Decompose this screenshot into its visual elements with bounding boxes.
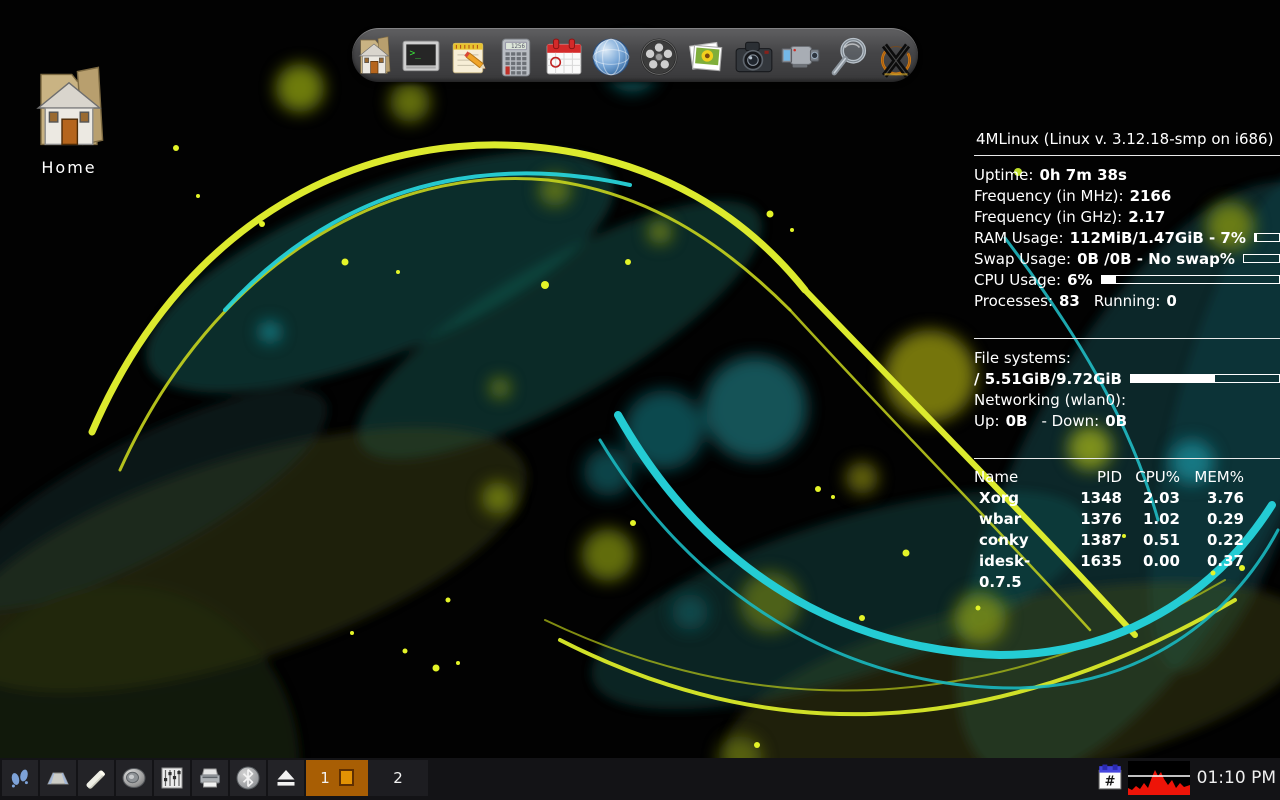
conky-divider (974, 155, 1280, 156)
desktop-screen: Home >_ (0, 0, 1280, 800)
process-name: idesk-0.7.5 (974, 551, 1068, 593)
conky-cpu: CPU Usage: 6% (962, 269, 1280, 290)
dock-item-camera[interactable] (732, 32, 776, 78)
printer-icon (197, 765, 223, 791)
process-mem: 0.37 (1180, 551, 1244, 593)
dock: >_ (352, 28, 918, 82)
process-mem: 3.76 (1180, 488, 1244, 509)
dock-item-movie-player[interactable] (637, 32, 681, 78)
home-folder-icon (354, 34, 394, 78)
workspace-2[interactable]: 2 (368, 760, 428, 796)
conky-swap: Swap Usage: 0B /0B - No swap% (962, 248, 1280, 269)
taskbar-item-touchpad[interactable] (40, 760, 76, 796)
dock-item-terminal[interactable]: >_ (400, 32, 444, 78)
desktop-icon-home[interactable]: Home (24, 62, 114, 177)
conky-divider (974, 458, 1280, 459)
conky-monitor: 4MLinux (Linux v. 3.12.18-smp on i686) U… (962, 129, 1280, 593)
conky-freq-ghz: Frequency (in GHz): 2.17 (962, 206, 1280, 227)
dock-item-xorg-games[interactable] (875, 32, 919, 78)
workspace-1-label: 1 (320, 769, 330, 787)
calendar-icon (543, 36, 585, 78)
calculator-icon: 1256 (495, 36, 537, 78)
chalk-icon (83, 765, 109, 791)
system-tray: # 01:10 PM (1097, 761, 1280, 795)
process-table: Name PID CPU% MEM% Xorg 1348 2.03 3.76 w… (974, 467, 1244, 593)
conky-divider (974, 338, 1280, 339)
conky-filesystems-label: File systems: (962, 347, 1280, 368)
conky-processes: Processes: 83 Running: 0 (962, 290, 1280, 311)
taskbar: 1 2 # 01:10 PM (0, 758, 1280, 800)
conky-uptime: Uptime: 0h 7m 38s (962, 164, 1280, 185)
conky-networking-label: Networking (wlan0): (962, 389, 1280, 410)
eject-icon (273, 765, 299, 791)
process-name: Xorg (974, 488, 1068, 509)
taskbar-item-eject[interactable] (268, 760, 304, 796)
process-cpu: 1.02 (1122, 509, 1180, 530)
conky-title: 4MLinux (Linux v. 3.12.18-smp on i686) (962, 129, 1280, 149)
magnifier-icon (828, 36, 870, 78)
taskbar-item-printer[interactable] (192, 760, 228, 796)
camera-icon (733, 36, 775, 78)
conky-fs-root: / 5.51GiB/9.72GiB (962, 368, 1280, 389)
taskbar-item-volume[interactable] (116, 760, 152, 796)
dock-item-web-browser[interactable] (590, 32, 634, 78)
home-folder-icon (27, 62, 111, 154)
footprints-icon (7, 765, 33, 791)
calendar-hash-icon: # (1097, 764, 1123, 792)
film-reel-icon (638, 36, 680, 78)
process-name: wbar (974, 509, 1068, 530)
xorg-icon (875, 36, 917, 78)
process-pid: 1635 (1068, 551, 1122, 593)
process-mem: 0.29 (1180, 509, 1244, 530)
desktop-icon-label: Home (24, 158, 114, 177)
dock-item-image-viewer[interactable] (685, 32, 729, 78)
workspace-1-window-thumb (339, 769, 354, 786)
dock-item-search[interactable] (827, 32, 871, 78)
process-cpu: 2.03 (1122, 488, 1180, 509)
dock-item-home[interactable] (352, 32, 396, 78)
dock-item-camcorder[interactable] (780, 32, 824, 78)
tray-calendar[interactable]: # (1097, 764, 1123, 792)
dock-item-calculator[interactable]: 1256 (495, 32, 539, 78)
bluetooth-icon (235, 765, 261, 791)
speaker-icon (121, 765, 147, 791)
touchpad-icon (45, 765, 71, 791)
cpu-bar (1101, 275, 1280, 284)
conky-ram: RAM Usage: 112MiB/1.47GiB - 7% (962, 227, 1280, 248)
svg-text:1256: 1256 (511, 44, 525, 50)
svg-text:>_: >_ (410, 48, 422, 59)
process-cpu: 0.00 (1122, 551, 1180, 593)
clock: 01:10 PM (1195, 768, 1276, 788)
dock-item-text-editor[interactable] (447, 32, 491, 78)
process-pid: 1376 (1068, 509, 1122, 530)
taskbar-item-audio-mixer[interactable] (154, 760, 190, 796)
cpu-load-graph (1128, 761, 1190, 795)
globe-icon (590, 36, 632, 78)
fs-bar (1130, 374, 1280, 383)
mixer-icon (159, 765, 185, 791)
taskbar-item-footprints[interactable] (2, 760, 38, 796)
dock-item-calendar[interactable] (542, 32, 586, 78)
text-editor-icon (448, 36, 490, 78)
svg-text:#: # (1104, 774, 1115, 789)
process-mem: 0.22 (1180, 530, 1244, 551)
process-cpu: 0.51 (1122, 530, 1180, 551)
process-name: conky (974, 530, 1068, 551)
process-pid: 1387 (1068, 530, 1122, 551)
terminal-icon: >_ (400, 36, 442, 78)
conky-updown: Up: 0B - Down: 0B (962, 410, 1280, 431)
swap-bar (1243, 254, 1280, 263)
process-pid: 1348 (1068, 488, 1122, 509)
taskbar-item-chalk[interactable] (78, 760, 114, 796)
conky-freq-mhz: Frequency (in MHz): 2166 (962, 185, 1280, 206)
ram-bar (1254, 233, 1280, 242)
workspace-1[interactable]: 1 (306, 760, 368, 796)
taskbar-item-bluetooth[interactable] (230, 760, 266, 796)
photos-icon (685, 36, 727, 78)
workspace-2-label: 2 (393, 769, 403, 787)
camcorder-icon (780, 36, 822, 78)
